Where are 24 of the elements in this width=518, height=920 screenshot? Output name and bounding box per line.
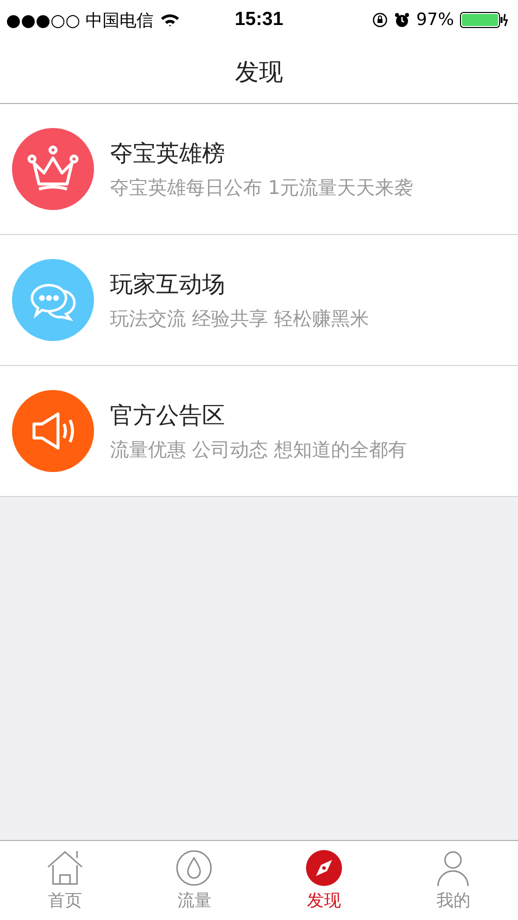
item-subtitle: 玩法交流 经验共享 轻松赚黑米 bbox=[110, 306, 370, 332]
tab-bar-item[interactable]: 发现 bbox=[259, 841, 388, 920]
alarm-icon bbox=[394, 12, 410, 28]
battery-icon bbox=[460, 12, 508, 28]
item-title: 官方公告区 bbox=[110, 402, 226, 430]
water-drop-icon bbox=[175, 849, 214, 887]
item-title: 玩家互动场 bbox=[110, 270, 226, 300]
battery-percent: 97% bbox=[416, 10, 454, 30]
tab-bar-item[interactable]: 我的 bbox=[388, 841, 518, 920]
wifi-icon bbox=[160, 13, 180, 27]
compass-icon bbox=[304, 849, 343, 887]
tab-bar-item[interactable]: 首页 bbox=[0, 841, 130, 920]
rotation-lock-icon bbox=[372, 12, 388, 28]
carrier-label: ●●●○○ 中国电信 bbox=[6, 10, 154, 32]
page-title: 发现 bbox=[235, 56, 283, 88]
item-title: 夺宝英雄榜 bbox=[110, 140, 226, 168]
tab-bar-item[interactable]: 流量 bbox=[130, 841, 259, 920]
list-item[interactable]: 官方公告区 流量优惠 公司动态 想知道的全都有 bbox=[0, 366, 518, 497]
clock-time: 15:31 bbox=[234, 9, 284, 31]
item-subtitle: 流量优惠 公司动态 想知道的全都有 bbox=[110, 438, 408, 462]
list-item[interactable]: 夺宝英雄榜 夺宝英雄每日公布 1元流量天天来袭 bbox=[0, 104, 518, 235]
item-subtitle: 夺宝英雄每日公布 1元流量天天来袭 bbox=[110, 176, 414, 200]
list-item[interactable]: 玩家互动场 玩法交流 经验共享 轻松赚黑米 bbox=[0, 235, 518, 366]
house-icon bbox=[46, 849, 84, 887]
